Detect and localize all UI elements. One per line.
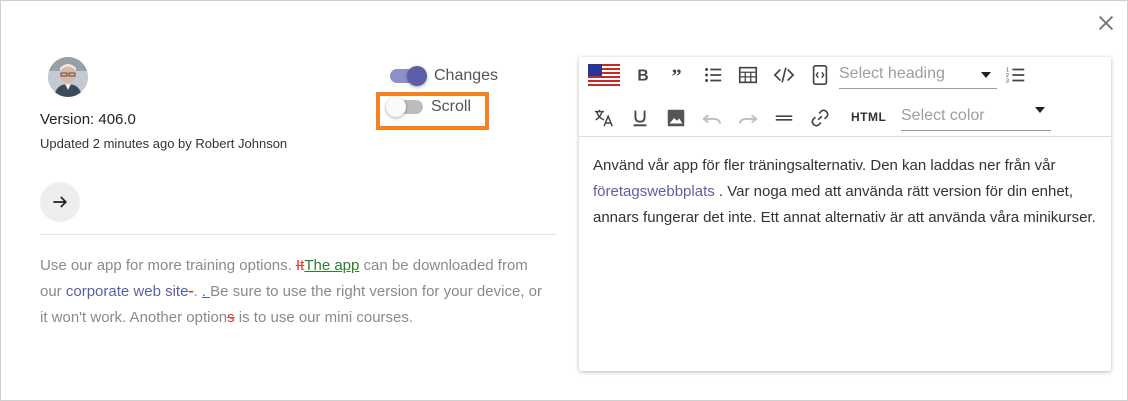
changes-label: Changes	[434, 67, 499, 84]
chevron-down-icon	[981, 72, 991, 78]
avatar	[48, 57, 88, 97]
svg-text:B: B	[637, 68, 648, 85]
quote-icon[interactable]: ”	[664, 62, 690, 88]
diff-text: Use our app for more training options. I…	[40, 253, 550, 331]
color-select[interactable]: Select color	[901, 105, 1051, 131]
version-label: Version: 406.0	[40, 111, 136, 128]
diff-text-segment: Use our app for more training options.	[40, 257, 296, 274]
code-icon[interactable]	[771, 62, 797, 88]
color-select-placeholder: Select color	[901, 107, 985, 124]
numbered-list-icon[interactable]: 1 2 3	[1003, 62, 1029, 88]
content-text: Använd vår app för fler träningsalternat…	[593, 157, 1056, 174]
table-icon[interactable]	[735, 62, 761, 88]
switch-thumb	[407, 66, 427, 86]
svg-text:”: ”	[672, 65, 682, 86]
html-button[interactable]: HTML	[851, 110, 886, 124]
divider	[40, 234, 556, 235]
bold-icon[interactable]: B	[629, 62, 655, 88]
revision-dialog: Version: 406.0 Updated 2 minutes ago by …	[0, 0, 1128, 401]
image-icon[interactable]	[663, 105, 689, 131]
rich-text-editor: B ” Select heading 1 2 3 HTML Select col…	[579, 57, 1111, 371]
changes-switch[interactable]	[390, 66, 427, 86]
redo-icon[interactable]	[735, 105, 761, 131]
svg-text:3: 3	[1006, 78, 1009, 84]
diff-text-segment: .	[193, 283, 202, 300]
editor-toolbar: B ” Select heading 1 2 3 HTML Select col…	[579, 57, 1111, 137]
heading-select-placeholder: Select heading	[839, 65, 945, 82]
translate-icon[interactable]	[591, 105, 617, 131]
arrow-right-icon	[53, 196, 68, 208]
us-flag-icon[interactable]	[588, 62, 620, 88]
diff-text-segment: is to use our mini courses.	[234, 309, 414, 326]
code-block-icon[interactable]	[807, 62, 833, 88]
changes-toggle[interactable]: Changes	[390, 66, 499, 86]
corporate-site-link[interactable]: corporate web site	[66, 283, 189, 300]
highlight-box	[376, 92, 489, 130]
heading-select[interactable]: Select heading	[839, 63, 997, 89]
editor-content[interactable]: Använd vår app för fler träningsalternat…	[593, 153, 1101, 231]
updated-info: Updated 2 minutes ago by Robert Johnson	[40, 136, 288, 151]
close-icon[interactable]	[1095, 12, 1117, 34]
deleted-text: s	[227, 309, 235, 326]
company-website-link[interactable]: företagswebbplats	[593, 183, 715, 200]
next-button[interactable]	[40, 182, 80, 222]
undo-icon[interactable]	[699, 105, 725, 131]
underline-icon[interactable]	[627, 105, 653, 131]
link-icon[interactable]	[807, 105, 833, 131]
bulleted-list-icon[interactable]	[700, 62, 726, 88]
chevron-down-icon	[1035, 107, 1045, 113]
inserted-text: The app	[304, 257, 360, 274]
horizontal-line-icon[interactable]	[771, 105, 797, 131]
inserted-text: .	[201, 283, 211, 300]
